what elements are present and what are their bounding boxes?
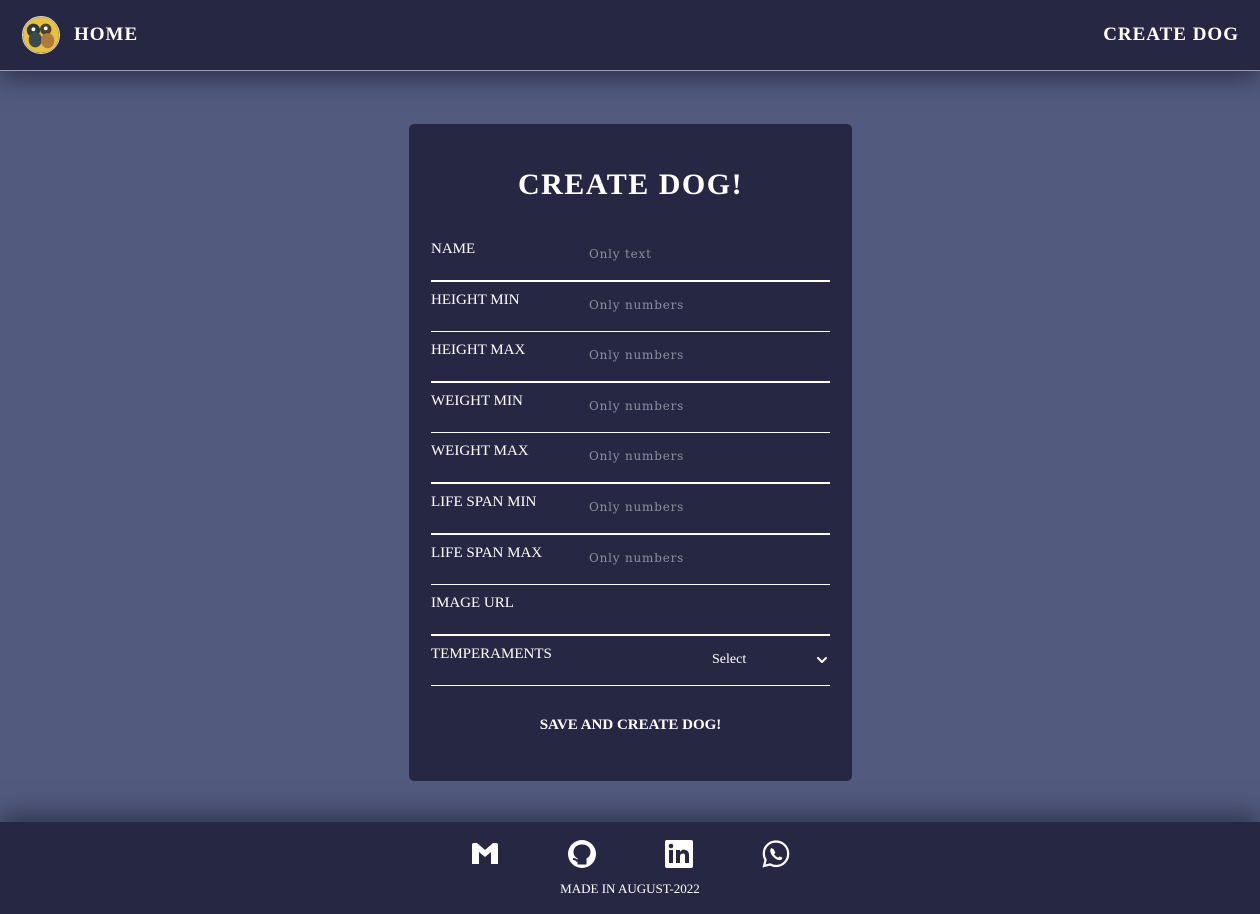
home-link[interactable]: HOME: [22, 16, 138, 54]
weight-max-label: WEIGHT MAX: [431, 443, 529, 460]
weight-min-label: WEIGHT MIN: [431, 392, 523, 409]
whatsapp-icon[interactable]: [761, 839, 791, 869]
navbar: HOME CREATE DOG: [0, 0, 1260, 71]
save-and-create-button[interactable]: SAVE AND CREATE DOG!: [409, 716, 852, 735]
weight-max-field-row: WEIGHT MAX: [431, 433, 830, 484]
linkedin-icon[interactable]: [664, 839, 694, 869]
height-min-label: HEIGHT MIN: [431, 291, 520, 308]
height-max-input[interactable]: [589, 344, 819, 367]
weight-min-field-row: WEIGHT MIN: [431, 383, 830, 434]
temperaments-select[interactable]: Select: [712, 650, 828, 670]
temperaments-selected-value: Select: [712, 651, 747, 667]
temperaments-label: TEMPERAMENTS: [431, 645, 552, 662]
temperaments-field-row: TEMPERAMENTS Select: [431, 636, 830, 687]
life-span-min-field-row: LIFE SPAN MIN: [431, 484, 830, 535]
weight-max-input[interactable]: [589, 445, 819, 468]
life-span-min-input[interactable]: [589, 495, 819, 518]
name-input[interactable]: [589, 243, 819, 265]
github-icon[interactable]: [567, 839, 597, 869]
name-field-row: NAME: [431, 231, 830, 282]
create-dog-link[interactable]: CREATE DOG: [1103, 24, 1239, 46]
made-in-text: MADE IN AUGUST-2022: [560, 881, 700, 896]
image-url-field-row: IMAGE URL: [431, 585, 830, 636]
name-label: NAME: [431, 241, 476, 257]
life-span-max-input[interactable]: [589, 546, 819, 569]
life-span-min-label: LIFE SPAN MIN: [431, 493, 537, 510]
life-span-max-field-row: LIFE SPAN MAX: [431, 535, 830, 586]
create-dog-form: CREATE DOG! NAME HEIGHT MIN HEIGHT MAX W…: [409, 124, 852, 781]
dog-logo-icon: [22, 16, 60, 54]
height-max-field-row: HEIGHT MAX: [431, 332, 830, 383]
footer: MADE IN AUGUST-2022: [0, 822, 1260, 914]
height-min-input[interactable]: [589, 293, 819, 316]
image-url-label: IMAGE URL: [431, 595, 514, 612]
weight-min-input[interactable]: [589, 394, 819, 417]
form-title: CREATE DOG!: [517, 168, 744, 201]
chevron-down-icon: [817, 656, 827, 663]
height-min-field-row: HEIGHT MIN: [431, 282, 830, 333]
image-url-input[interactable]: [589, 597, 819, 620]
social-icons: [0, 839, 1260, 869]
home-label: HOME: [74, 24, 139, 45]
gmail-icon[interactable]: [470, 839, 500, 869]
life-span-max-label: LIFE SPAN MAX: [431, 544, 543, 561]
underline: [431, 684, 830, 687]
height-max-label: HEIGHT MAX: [431, 342, 526, 359]
